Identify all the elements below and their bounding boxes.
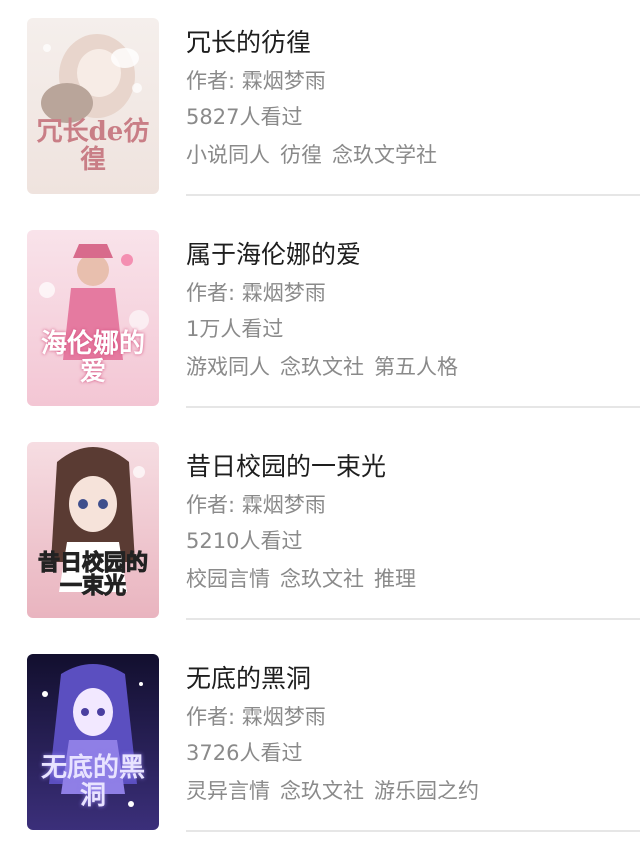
book-item[interactable]: 海伦娜的爱 属于海伦娜的爱 作者: 霖烟梦雨 1万人看过 游戏同人 念玖文社 第五人… xyxy=(0,212,640,424)
cover-title-art: 冗长de彷徨 xyxy=(36,117,150,175)
book-cover[interactable]: 无底的黑洞 xyxy=(27,654,159,830)
divider xyxy=(186,406,640,408)
book-title[interactable]: 冗长的彷徨 xyxy=(186,23,311,59)
book-views: 1万人看过 xyxy=(186,317,284,341)
cover-title-art: 海伦娜的爱 xyxy=(40,329,145,387)
tag[interactable]: 第五人格 xyxy=(374,355,458,379)
book-title[interactable]: 属于海伦娜的爱 xyxy=(186,235,361,271)
book-views: 5827人看过 xyxy=(186,105,303,129)
tag[interactable]: 念玖文学社 xyxy=(332,143,437,167)
tag[interactable]: 彷徨 xyxy=(280,143,322,167)
book-author: 作者: 霖烟梦雨 xyxy=(186,705,326,729)
book-item[interactable]: 昔日校园的一束光 昔日校园的一束光 作者: 霖烟梦雨 5210人看过 校园言情念… xyxy=(0,424,640,636)
tag[interactable]: 念玖文社 xyxy=(280,567,364,591)
tag[interactable]: 推理 xyxy=(374,567,416,591)
book-cover[interactable]: 昔日校园的一束光 xyxy=(27,442,159,618)
divider xyxy=(186,194,640,196)
book-author: 作者: 霖烟梦雨 xyxy=(186,69,326,93)
book-tags: 灵异言情 念玖文社 游乐园之约 xyxy=(186,775,489,805)
book-tags: 小说同人 彷徨 念玖文学社 xyxy=(186,139,447,169)
book-author: 作者: 霖烟梦雨 xyxy=(186,281,326,305)
book-tags: 校园言情 念玖文社 推理 xyxy=(186,563,426,593)
book-title[interactable]: 无底的黑洞 xyxy=(186,659,311,695)
cover-title-art: 无底的黑洞 xyxy=(40,753,145,811)
book-author: 作者: 霖烟梦雨 xyxy=(186,493,326,517)
tag[interactable]: 灵异言情 xyxy=(186,779,270,803)
tag[interactable]: 小说同人 xyxy=(186,143,270,167)
book-cover[interactable]: 海伦娜的爱 xyxy=(27,230,159,406)
cover-title-art: 昔日校园的一束光 xyxy=(37,549,148,599)
book-list: 冗长de彷徨 冗长的彷徨 作者: 霖烟梦雨 5827人看过 小说同人 彷徨 念玖文学… xyxy=(0,0,640,836)
book-item[interactable]: 冗长de彷徨 冗长的彷徨 作者: 霖烟梦雨 5827人看过 小说同人 彷徨 念玖文学… xyxy=(0,0,640,212)
divider xyxy=(186,830,640,832)
tag[interactable]: 游乐园之约 xyxy=(374,779,479,803)
book-views: 3726人看过 xyxy=(186,741,303,765)
book-cover[interactable]: 冗长de彷徨 xyxy=(27,18,159,194)
book-views: 5210人看过 xyxy=(186,529,303,553)
tag[interactable]: 念玖文社 xyxy=(280,355,364,379)
book-title[interactable]: 昔日校园的一束光 xyxy=(186,447,386,483)
tag[interactable]: 校园言情 xyxy=(186,567,270,591)
divider xyxy=(186,618,640,620)
book-tags: 游戏同人 念玖文社 第五人格 xyxy=(186,351,468,381)
book-item[interactable]: 无底的黑洞 无底的黑洞 作者: 霖烟梦雨 3726人看过 灵异言情 念玖文社 游乐园… xyxy=(0,636,640,848)
tag[interactable]: 游戏同人 xyxy=(186,355,270,379)
tag[interactable]: 念玖文社 xyxy=(280,779,364,803)
